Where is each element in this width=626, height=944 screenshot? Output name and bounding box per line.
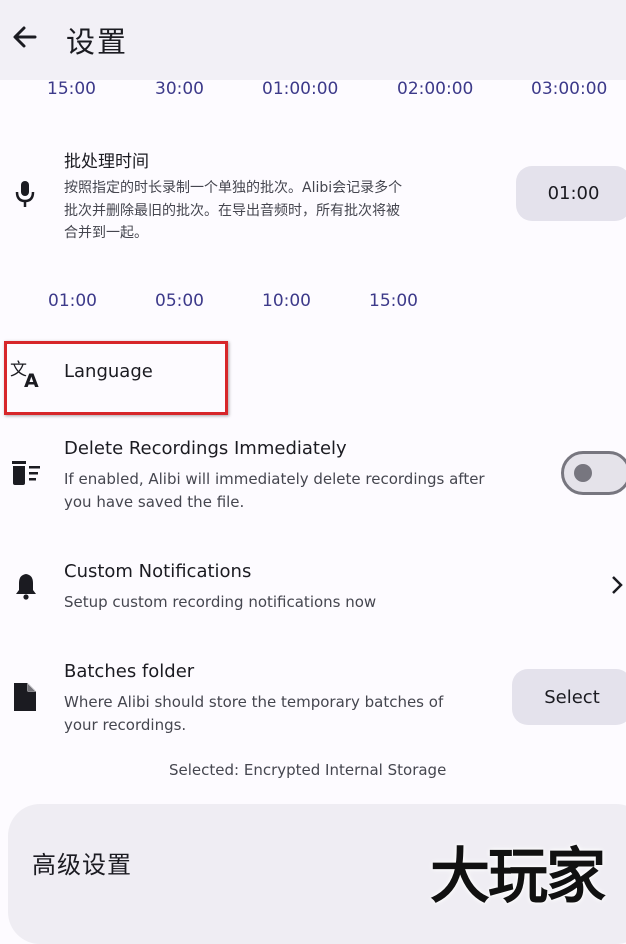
batches-folder-title: Batches folder (64, 661, 195, 682)
toggle-knob (574, 464, 592, 482)
duration-chip[interactable]: 01:00:00 (262, 79, 338, 99)
page-title: 设置 (66, 25, 129, 59)
custom-notifications-title[interactable]: Custom Notifications (64, 561, 251, 582)
select-folder-button[interactable]: Select (512, 669, 626, 725)
batch-time-title: 批处理时间 (64, 152, 149, 172)
delete-recordings-toggle[interactable] (561, 451, 626, 495)
batches-folder-description: Where Alibi should store the temporary b… (64, 693, 444, 734)
watermark: 大玩家 (430, 842, 606, 912)
selected-storage-text: Selected: Encrypted Internal Storage (169, 761, 447, 779)
batch-chip[interactable]: 10:00 (262, 291, 311, 311)
custom-notifications-description: Setup custom recording notifications now (64, 593, 377, 611)
file-icon (14, 683, 36, 711)
duration-chip[interactable]: 03:00:00 (531, 79, 607, 99)
delete-recordings-description: If enabled, Alibi will immediately delet… (64, 470, 485, 511)
batch-time-button[interactable]: 01:00 (516, 166, 626, 221)
batch-chip[interactable]: 05:00 (155, 291, 204, 311)
microphone-icon (14, 180, 36, 208)
batch-chip[interactable]: 15:00 (369, 291, 418, 311)
duration-chip[interactable]: 02:00:00 (397, 79, 473, 99)
delete-sweep-icon (12, 461, 42, 485)
delete-recordings-title: Delete Recordings Immediately (64, 438, 347, 459)
duration-chip[interactable]: 30:00 (155, 79, 204, 99)
advanced-settings-title: 高级设置 (32, 851, 132, 879)
batch-time-description: 按照指定的时长录制一个单独的批次。Alibi会记录多个 批次并删除最旧的批次。在… (64, 180, 403, 241)
chevron-right-icon[interactable] (610, 575, 624, 595)
batch-chip[interactable]: 01:00 (48, 291, 97, 311)
bell-icon (14, 572, 38, 600)
duration-chip[interactable]: 15:00 (47, 79, 96, 99)
back-arrow-icon[interactable] (10, 22, 40, 52)
annotation-highlight-box (4, 341, 228, 415)
